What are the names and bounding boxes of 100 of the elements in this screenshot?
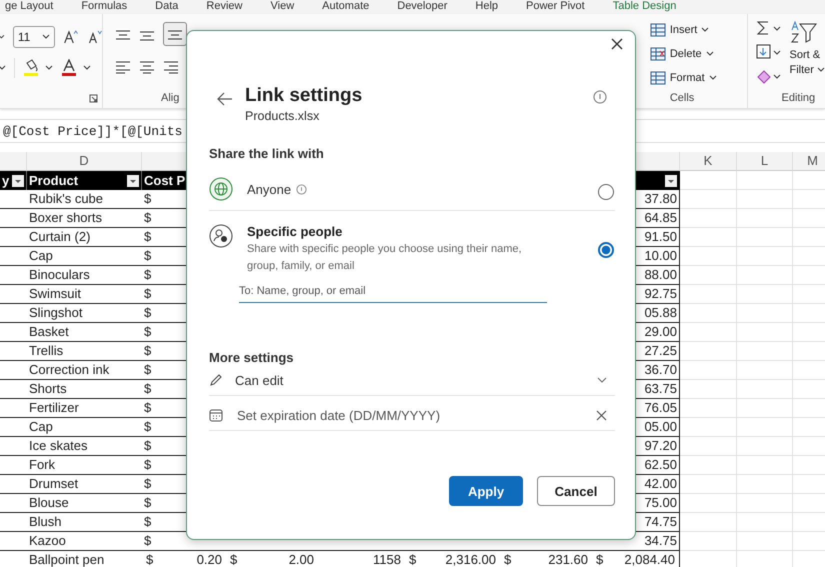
grid-cell [737,304,793,323]
autosum-icon[interactable] [756,20,782,36]
grid-cell [680,171,737,190]
table-cell: Drumset [27,475,142,494]
ribbon-command[interactable]: Insert [650,20,746,40]
ribbon-tab[interactable]: Automate [322,0,370,14]
info-icon[interactable] [296,184,308,194]
table-icon [650,71,666,85]
align-left-icon[interactable] [115,60,131,74]
expiration-date-field[interactable]: Set expiration date (DD/MM/YYYY) [235,406,584,424]
back-arrow-icon[interactable] [217,92,233,106]
table-cell: Fertilizer [27,399,142,418]
grid-cell [680,399,737,418]
info-icon[interactable] [593,90,607,104]
cell-value: 2,316.00 [445,551,496,567]
close-icon[interactable] [611,38,623,50]
chevron-icon [708,75,717,81]
font-color-icon[interactable] [61,59,77,77]
ribbon-tab[interactable]: Table Design [612,0,676,14]
font-size-dropdown[interactable]: 11 [12,26,56,48]
chevron-icon[interactable] [0,65,6,71]
ribbon-tab[interactable]: View [270,0,294,14]
table-cell: Slingshot [27,304,142,323]
grid-cell [680,418,737,437]
grid-cell [737,171,793,190]
table-cell: Shorts [27,380,142,399]
column-header[interactable]: L [737,152,793,171]
shrink-font-icon[interactable] [86,28,102,46]
grid-cell [737,399,793,418]
table-cell: Cap [27,418,142,437]
chevron-icon [706,51,714,57]
table-icon [650,47,666,61]
grid-cell [737,513,793,532]
cell-value: 231.60 [548,551,588,567]
grid-cell [680,456,737,475]
eraser-icon[interactable] [756,68,782,84]
ribbon-tab[interactable]: Power Pivot [526,0,585,14]
filter-dropdown-icon[interactable] [127,174,139,186]
fill-down-icon[interactable] [756,44,782,60]
currency-sign: $ [409,551,416,567]
formula-text[interactable]: @[Cost Price]]*[@[Units [3,124,182,138]
recipient-input-field[interactable]: To: Name, group, or email [239,281,547,303]
ribbon-tab[interactable]: Developer [397,0,448,14]
grid-cell [737,380,793,399]
group-label: Editing [782,92,816,104]
sort-filter-button[interactable]: Sort & Filter [790,48,825,78]
option-description: Share with specific people you choose using their name, group, family, or email [247,242,523,274]
group-label: Cells [670,92,694,104]
dialog-launcher-icon[interactable] [89,94,98,103]
fill-color-icon[interactable] [23,59,39,77]
grid-cell [737,323,793,342]
chevron-icon [817,67,825,73]
grow-font-icon[interactable] [63,28,79,46]
filter-dropdown-icon[interactable] [12,174,24,186]
grid-cell [737,266,793,285]
chevron-icon[interactable] [45,65,53,71]
align-bottom-icon[interactable] [163,22,187,46]
ribbon-tab[interactable]: Data [155,0,178,14]
table-cell: Boxer shorts [27,209,142,228]
grid-cell [737,247,793,266]
chevron-icon[interactable] [83,65,91,71]
table-cell: Blouse [27,494,142,513]
ribbon-command[interactable]: Format [650,68,746,88]
permission-dropdown[interactable]: Can edit [209,365,615,396]
grid-cell [737,285,793,304]
grid-cell [680,513,737,532]
cancel-button[interactable]: Cancel [537,476,615,506]
ribbon-tab[interactable]: Formulas [81,0,128,14]
radio-button[interactable] [598,184,614,200]
calendar-icon [209,408,223,422]
currency-sign: $ [146,551,154,567]
table-cell: Rubik's cube [27,190,142,209]
chevron-icon[interactable] [0,34,5,40]
grid-cell [680,247,737,266]
ribbon-tab[interactable]: Help [475,0,498,14]
dialog-title: Link settings [245,84,364,108]
column-header[interactable]: K [680,152,737,171]
align-middle-icon[interactable] [139,29,155,43]
apply-button[interactable]: Apply [449,476,523,506]
column-header[interactable]: M [793,152,825,171]
table-header: y [0,171,27,190]
align-center-icon[interactable] [139,60,155,74]
clear-icon[interactable] [596,410,607,420]
column-header[interactable]: D [27,152,142,171]
ribbon-command[interactable]: Delete [650,44,746,64]
currency-sign: $ [504,551,512,567]
align-right-icon[interactable] [163,60,179,74]
grid-cell [737,437,793,456]
grid-cell [737,190,793,209]
table-cell: Ice skates [27,437,142,456]
grid-cell [737,475,793,494]
chevron-icon[interactable] [42,34,50,40]
table-header: Product [27,171,142,190]
globe-icon [209,177,233,201]
filter-dropdown-icon[interactable] [665,174,677,186]
grid-cell [680,209,737,228]
ribbon-tab[interactable]: Review [206,0,242,14]
radio-button[interactable] [598,242,614,258]
ribbon-tab[interactable]: ge Layout [5,0,54,14]
table-cell: Blush [27,513,142,532]
